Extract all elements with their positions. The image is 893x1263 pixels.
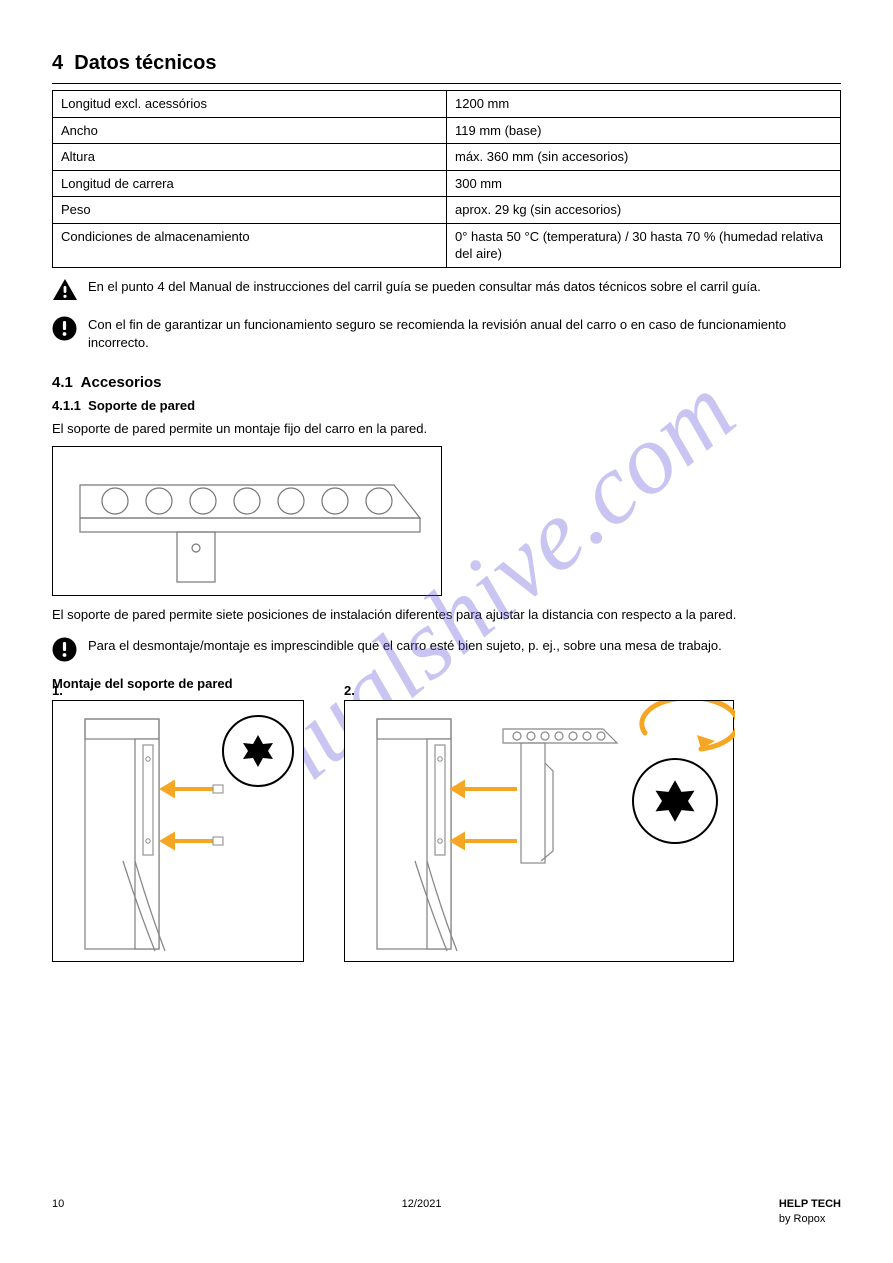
warning-text: En el punto 4 del Manual de instruccione… (88, 278, 841, 296)
table-row: Longitud excl. acessórios1200 mm (53, 91, 841, 118)
step-1-diagram (52, 700, 304, 962)
exclamation-circle-icon (52, 637, 78, 667)
table-row: Ancho119 mm (base) (53, 117, 841, 144)
table-row: Condiciones de almacenamiento0° hasta 50… (53, 223, 841, 267)
page-footer: 10 12/2021 HELP TECH by Ropox (52, 1197, 841, 1227)
warning-row: En el punto 4 del Manual de instruccione… (52, 278, 841, 307)
subsection-title: Accesorios (81, 374, 162, 391)
mounting-caution-row: Para el desmontaje/montaje es imprescind… (52, 637, 841, 667)
heading-rule (52, 83, 841, 84)
caution-text: Con el fin de garantizar un funcionamien… (88, 316, 841, 351)
page-number: 10 (52, 1197, 64, 1227)
section-title: Datos técnicos (74, 52, 216, 74)
step-row: 1. (52, 700, 841, 962)
subsection-heading: 4.1 Accesorios (52, 373, 841, 393)
subsection-number: 4.1 (52, 374, 73, 391)
caution-row: Con el fin de garantizar un funcionamien… (52, 316, 841, 351)
bracket-paragraph-2: El soporte de pared permite siete posici… (52, 606, 841, 624)
table-row: Alturamáx. 360 mm (sin accesorios) (53, 144, 841, 171)
wall-bracket-diagram (52, 446, 442, 596)
section-number: 4 (52, 52, 63, 74)
footer-brand: HELP TECH (779, 1198, 841, 1210)
footer-date: 12/2021 (402, 1197, 442, 1227)
mounting-heading: Montaje del soporte de pared (52, 675, 841, 693)
section-heading: 4 Datos técnicos (52, 50, 841, 77)
subsubsection-title: Soporte de pared (88, 398, 195, 413)
warning-triangle-icon (52, 278, 78, 307)
table-row: Longitud de carrera300 mm (53, 170, 841, 197)
spec-table: Longitud excl. acessórios1200 mm Ancho11… (52, 90, 841, 268)
footer-brand-sub: by Ropox (779, 1213, 825, 1225)
bracket-paragraph-1: El soporte de pared permite un montaje f… (52, 420, 841, 438)
page-content: 4 Datos técnicos Longitud excl. acessóri… (0, 0, 893, 1002)
footer-brand-block: HELP TECH by Ropox (779, 1197, 841, 1227)
step-number-2: 2. (344, 682, 355, 700)
exclamation-circle-icon (52, 316, 78, 346)
subsubsection-heading: 4.1.1 Soporte de pared (52, 397, 841, 415)
table-row: Pesoaprox. 29 kg (sin accesorios) (53, 197, 841, 224)
subsubsection-number: 4.1.1 (52, 398, 81, 413)
step-2-diagram (344, 700, 734, 962)
mounting-caution-text: Para el desmontaje/montaje es imprescind… (88, 637, 841, 655)
step-number-1: 1. (52, 682, 63, 700)
